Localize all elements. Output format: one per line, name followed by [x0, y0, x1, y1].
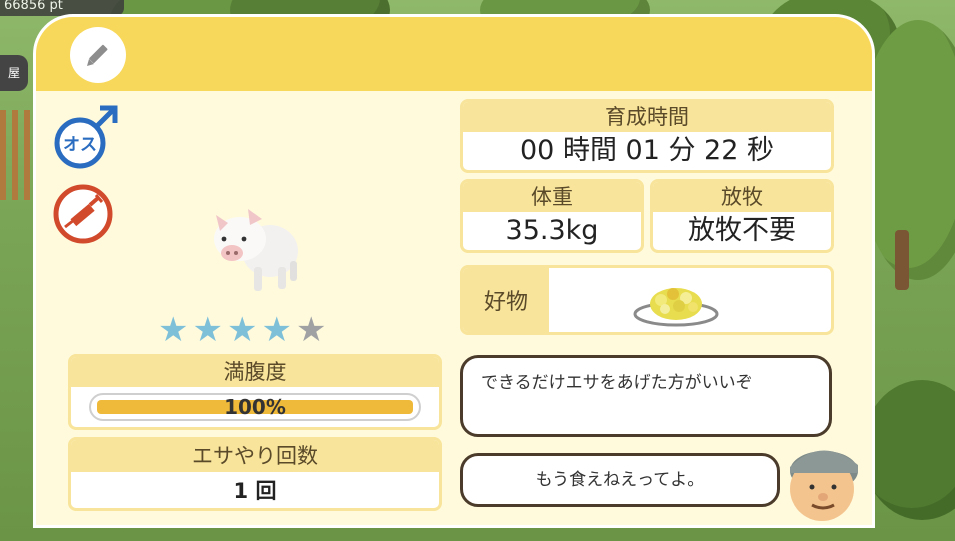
star-icon: ★ [226, 310, 258, 350]
male-icon: オス [52, 101, 118, 169]
star-icon: ★ [261, 310, 292, 350]
side-menu-button[interactable]: 屋 [0, 55, 28, 91]
speech-bubble: もう食えねえってよ。 [460, 453, 780, 507]
grazing-value: 放牧不要 [688, 215, 796, 246]
star-icon: ★ [192, 310, 223, 350]
fullness-label: 満腹度 [71, 357, 439, 387]
panel-header [36, 17, 872, 91]
fence [0, 110, 30, 200]
growth-time-label: 育成時間 [463, 102, 831, 132]
speech-text: できるだけエサをあげた方がいいぞ [481, 373, 753, 393]
feed-count-value: 1 回 [233, 479, 277, 503]
fullness-gauge: 100% [89, 393, 421, 421]
growth-time-box: 育成時間 00 時間 01 分 22 秒 [460, 99, 834, 173]
syringe-icon [52, 183, 114, 245]
fullness-box: 満腹度 100% [68, 354, 442, 430]
favorite-food-box: 好物 [460, 265, 834, 335]
grazing-label: 放牧 [653, 182, 831, 212]
weight-value: 35.3kg [505, 215, 599, 246]
animal-info-panel: オス ★ ★ ★ ★ ★ 満腹度 100% エサやり回数 1 回 育成時間 00… [33, 14, 875, 528]
feed-count-box: エサやり回数 1 回 [68, 437, 442, 511]
favorite-label: 好物 [463, 268, 549, 332]
grazing-box: 放牧 放牧不要 [650, 179, 834, 253]
star-empty-icon: ★ [295, 310, 327, 350]
gender-label: オス [63, 135, 97, 155]
weight-label: 体重 [463, 182, 641, 212]
feed-count-label: エサやり回数 [71, 440, 439, 472]
rating-stars: ★ ★ ★ ★ ★ [158, 313, 326, 347]
growth-time-value: 00 時間 01 分 22 秒 [520, 135, 774, 166]
fullness-value: 100% [224, 395, 286, 419]
speech-text: もう食えねえってよ。 [535, 470, 705, 490]
weight-box: 体重 35.3kg [460, 179, 644, 253]
edit-name-button[interactable] [70, 27, 126, 83]
pencil-icon [87, 44, 108, 66]
star-icon: ★ [158, 310, 189, 350]
farmer-avatar [778, 431, 866, 525]
corn-feed-icon [633, 288, 719, 327]
speech-bubble: できるだけエサをあげた方がいいぞ [460, 355, 832, 437]
pig-image [198, 195, 308, 295]
